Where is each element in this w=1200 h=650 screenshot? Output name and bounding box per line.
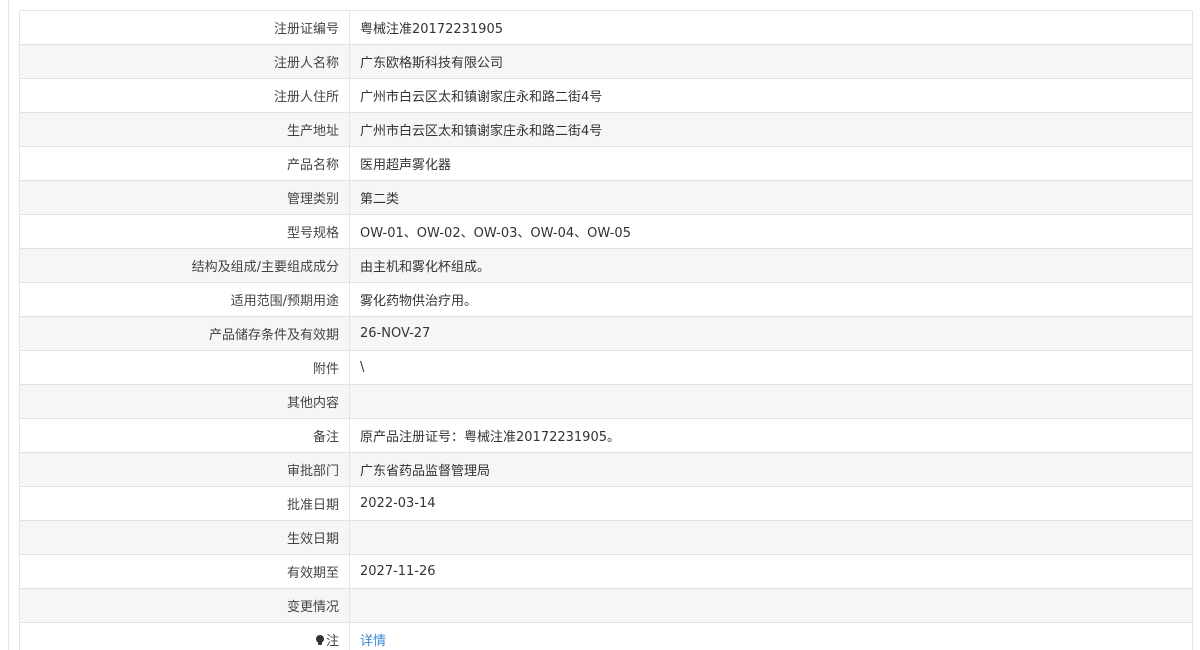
row-storage-validity: 产品储存条件及有效期 26-NOV-27	[19, 316, 1193, 351]
row-value: 第二类	[349, 180, 1193, 215]
row-label: 备注	[19, 418, 350, 453]
row-value: 2022-03-14	[349, 486, 1193, 521]
row-label: 生产地址	[19, 112, 350, 147]
row-value: 广东省药品监督管理局	[349, 452, 1193, 487]
note-label: 注	[325, 634, 339, 649]
row-product-name: 产品名称 医用超声雾化器	[19, 146, 1193, 181]
row-label: 附件	[19, 350, 350, 385]
row-value: 广州市白云区太和镇谢家庄永和路二街4号	[349, 112, 1193, 147]
row-attachment: 附件 \	[19, 350, 1193, 385]
row-remarks: 备注 原产品注册证号：粤械注准20172231905。	[19, 418, 1193, 453]
row-management-category: 管理类别 第二类	[19, 180, 1193, 215]
row-label: 产品名称	[19, 146, 350, 181]
registration-detail-table: 注册证编号 粤械注准20172231905 注册人名称 广东欧格斯科技有限公司 …	[19, 10, 1193, 650]
row-label: 批准日期	[19, 486, 350, 521]
row-value: 广东欧格斯科技有限公司	[349, 44, 1193, 79]
row-label: 型号规格	[19, 214, 350, 249]
row-change-status: 变更情况	[19, 588, 1193, 623]
row-valid-until: 有效期至 2027-11-26	[19, 554, 1193, 589]
row-value: 粤械注准20172231905	[349, 10, 1193, 45]
row-label: 适用范围/预期用途	[19, 282, 350, 317]
row-value: 26-NOV-27	[349, 316, 1193, 351]
note-label-cell: 注	[19, 622, 350, 650]
row-label: 管理类别	[19, 180, 350, 215]
row-approval-date: 批准日期 2022-03-14	[19, 486, 1193, 521]
row-registrant-name: 注册人名称 广东欧格斯科技有限公司	[19, 44, 1193, 79]
row-label: 注册人名称	[19, 44, 350, 79]
left-border	[0, 0, 9, 650]
row-value: 2027-11-26	[349, 554, 1193, 589]
row-label: 产品储存条件及有效期	[19, 316, 350, 351]
row-value	[349, 384, 1193, 419]
row-value: 原产品注册证号：粤械注准20172231905。	[349, 418, 1193, 453]
row-label: 审批部门	[19, 452, 350, 487]
row-label: 注册证编号	[19, 10, 350, 45]
row-label: 有效期至	[19, 554, 350, 589]
row-production-address: 生产地址 广州市白云区太和镇谢家庄永和路二街4号	[19, 112, 1193, 147]
row-label: 注册人住所	[19, 78, 350, 113]
row-value: 由主机和雾化杯组成。	[349, 248, 1193, 283]
row-registration-number: 注册证编号 粤械注准20172231905	[19, 10, 1193, 45]
row-intended-use: 适用范围/预期用途 雾化药物供治疗用。	[19, 282, 1193, 317]
row-value: 广州市白云区太和镇谢家庄永和路二街4号	[349, 78, 1193, 113]
row-model-spec: 型号规格 OW-01、OW-02、OW-03、OW-04、OW-05	[19, 214, 1193, 249]
details-link[interactable]: 详情	[360, 634, 386, 649]
row-value: 医用超声雾化器	[349, 146, 1193, 181]
row-approval-department: 审批部门 广东省药品监督管理局	[19, 452, 1193, 487]
row-label: 结构及组成/主要组成成分	[19, 248, 350, 283]
row-label: 生效日期	[19, 520, 350, 555]
row-value: \	[349, 350, 1193, 385]
row-registrant-address: 注册人住所 广州市白云区太和镇谢家庄永和路二街4号	[19, 78, 1193, 113]
row-structure-composition: 结构及组成/主要组成成分 由主机和雾化杯组成。	[19, 248, 1193, 283]
row-label: 其他内容	[19, 384, 350, 419]
row-value: OW-01、OW-02、OW-03、OW-04、OW-05	[349, 214, 1193, 249]
row-other-content: 其他内容	[19, 384, 1193, 419]
row-value: 雾化药物供治疗用。	[349, 282, 1193, 317]
row-label: 变更情况	[19, 588, 350, 623]
note-value-cell: 详情	[349, 622, 1193, 650]
row-value	[349, 588, 1193, 623]
registration-detail-page: 注册证编号 粤械注准20172231905 注册人名称 广东欧格斯科技有限公司 …	[0, 0, 1200, 650]
row-value	[349, 520, 1193, 555]
detail-table-body: 注册证编号 粤械注准20172231905 注册人名称 广东欧格斯科技有限公司 …	[19, 10, 1193, 650]
row-effective-date: 生效日期	[19, 520, 1193, 555]
bulb-icon	[315, 635, 324, 646]
row-note: 注 详情	[19, 622, 1193, 650]
